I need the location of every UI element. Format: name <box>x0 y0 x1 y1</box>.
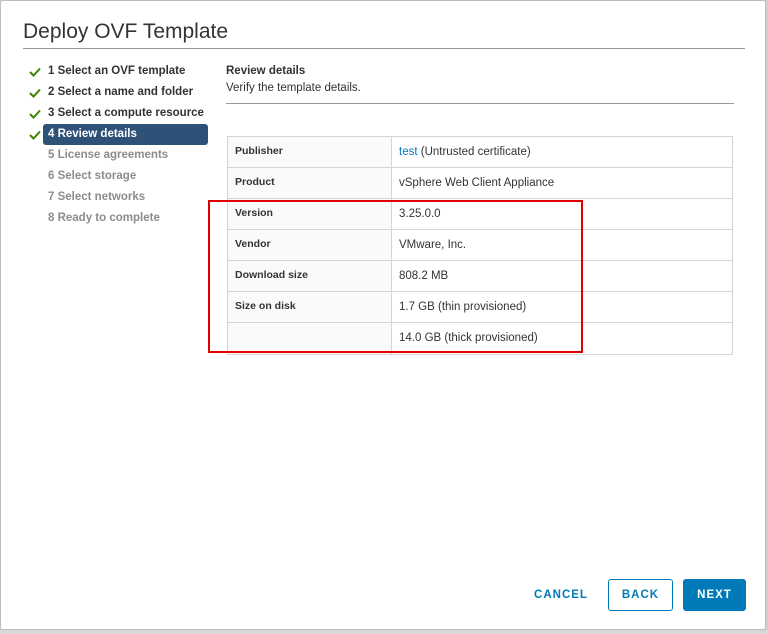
table-row: Version 3.25.0.0 <box>228 199 732 230</box>
version-value: 3.25.0.0 <box>399 208 441 220</box>
dialog-title: Deploy OVF Template <box>23 20 229 43</box>
publisher-key: Publisher <box>228 137 392 167</box>
step-select-name-folder[interactable]: 2 Select a name and folder <box>29 82 211 103</box>
table-row: Size on disk 1.7 GB (thin provisioned) <box>228 292 732 323</box>
step-label: 7 Select networks <box>48 191 146 203</box>
details-table: Publisher test (Untrusted certificate) P… <box>227 136 733 355</box>
content-divider <box>226 103 734 104</box>
size-on-disk-key-cont <box>228 323 392 354</box>
wizard-steps: 1 Select an OVF template 2 Select a name… <box>29 61 211 229</box>
size-on-disk-key: Size on disk <box>228 292 392 322</box>
step-license-agreements: 5 License agreements <box>29 145 211 166</box>
section-title: Review details <box>226 65 306 77</box>
table-row: Product vSphere Web Client Appliance <box>228 168 732 199</box>
step-select-compute-resource[interactable]: 3 Select a compute resource <box>29 103 211 124</box>
step-select-networks: 7 Select networks <box>29 187 211 208</box>
vendor-value: VMware, Inc. <box>399 239 467 251</box>
deploy-ovf-dialog: Deploy OVF Template 1 Select an OVF temp… <box>0 0 766 630</box>
step-select-storage: 6 Select storage <box>29 166 211 187</box>
table-row: Vendor VMware, Inc. <box>228 230 732 261</box>
section-subtitle: Verify the template details. <box>226 82 361 94</box>
checkmark-icon <box>29 124 43 145</box>
title-divider <box>23 48 745 49</box>
version-key: Version <box>228 199 392 229</box>
next-button[interactable]: NEXT <box>683 579 746 611</box>
background-strip <box>0 630 768 634</box>
step-ready-to-complete: 8 Ready to complete <box>29 208 211 229</box>
checkmark-icon <box>29 82 43 103</box>
checkmark-icon <box>29 103 43 124</box>
step-label: 6 Select storage <box>48 170 137 182</box>
table-row: Download size 808.2 MB <box>228 261 732 292</box>
product-value: vSphere Web Client Appliance <box>399 177 555 189</box>
table-row: Publisher test (Untrusted certificate) <box>228 137 732 168</box>
vendor-key: Vendor <box>228 230 392 260</box>
table-row: 14.0 GB (thick provisioned) <box>228 323 732 354</box>
publisher-value: test (Untrusted certificate) <box>392 137 732 167</box>
step-label: 1 Select an OVF template <box>48 65 186 77</box>
step-label: 8 Ready to complete <box>48 212 160 224</box>
cancel-button[interactable]: CANCEL <box>524 579 598 611</box>
step-review-details[interactable]: 4 Review details <box>29 124 211 145</box>
step-label: 4 Review details <box>43 124 208 145</box>
step-content-header: Review details Verify the template detai… <box>226 65 734 104</box>
back-button[interactable]: BACK <box>608 579 673 611</box>
step-label: 2 Select a name and folder <box>48 86 194 98</box>
publisher-note: (Untrusted certificate) <box>417 146 531 158</box>
download-size-value: 808.2 MB <box>399 270 449 282</box>
step-label: 3 Select a compute resource <box>48 107 204 119</box>
step-label: 5 License agreements <box>48 149 169 161</box>
publisher-link[interactable]: test <box>399 146 418 158</box>
size-thin-value: 1.7 GB (thin provisioned) <box>399 301 527 313</box>
step-select-ovf-template[interactable]: 1 Select an OVF template <box>29 61 211 82</box>
size-thick-value: 14.0 GB (thick provisioned) <box>399 332 538 344</box>
download-size-key: Download size <box>228 261 392 291</box>
checkmark-icon <box>29 61 43 82</box>
product-key: Product <box>228 168 392 198</box>
